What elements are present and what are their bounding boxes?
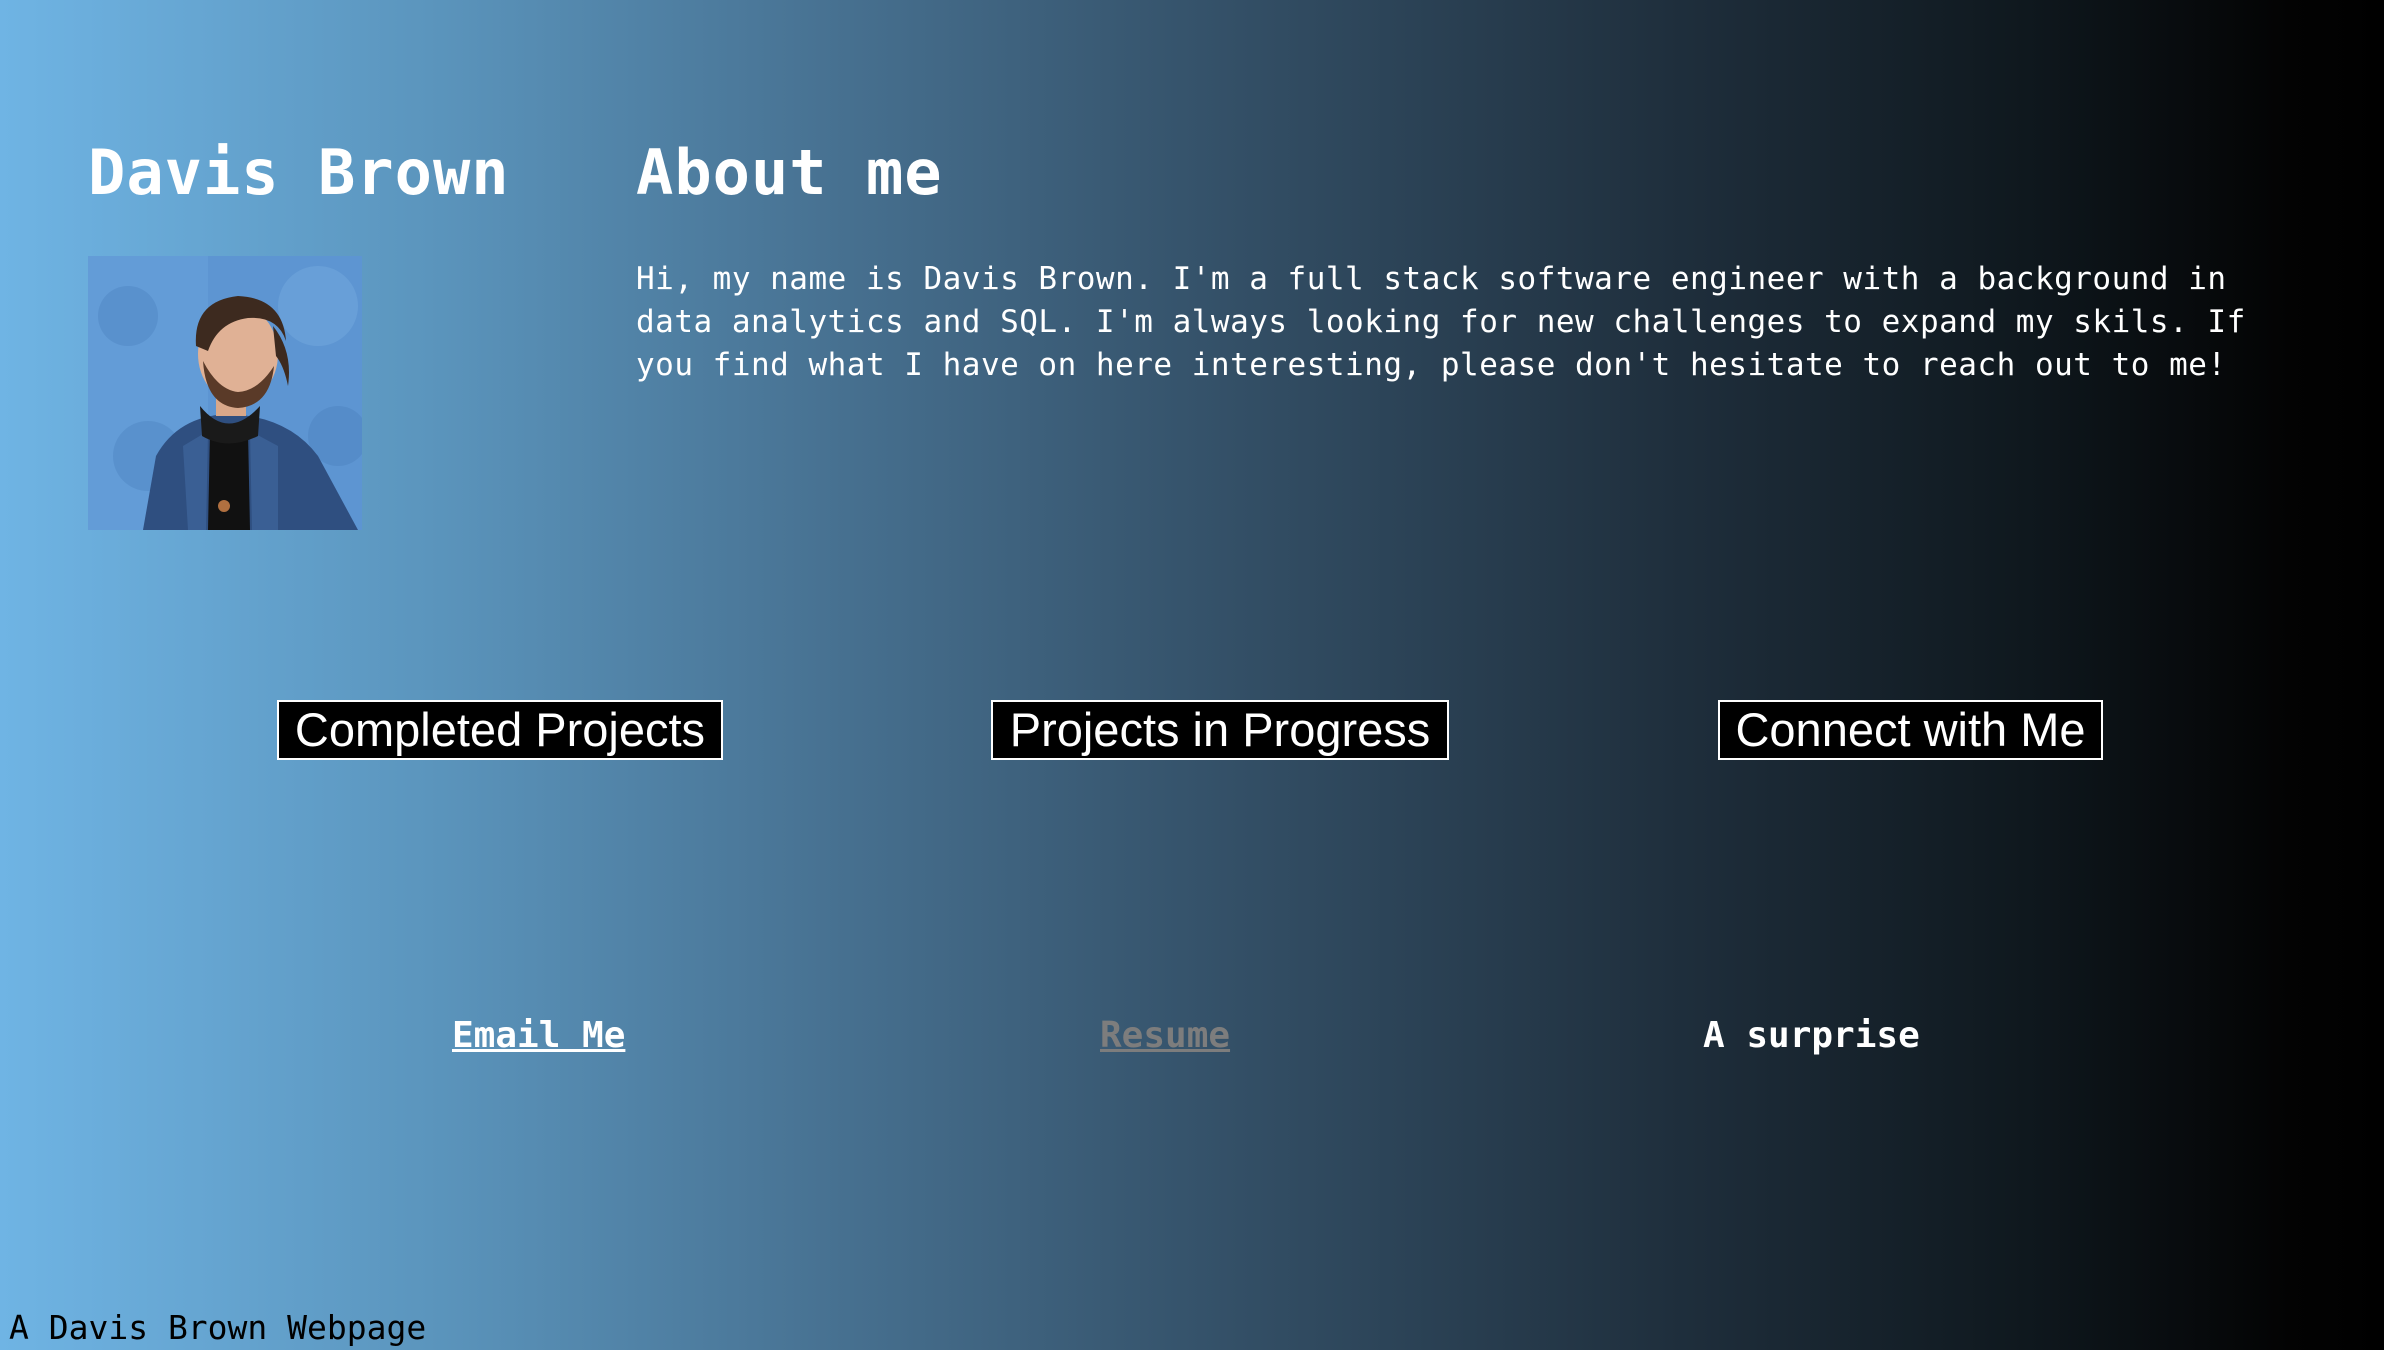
surprise-link[interactable]: A surprise — [1703, 1008, 1920, 1064]
footer-text: A Davis Brown Webpage — [9, 1308, 427, 1347]
profile-photo — [88, 256, 362, 530]
about-paragraph: Hi, my name is Davis Brown. I'm a full s… — [636, 261, 2246, 383]
page-title: Davis Brown — [88, 136, 510, 209]
resume-link[interactable]: Resume — [1100, 1008, 1230, 1064]
email-me-link[interactable]: Email Me — [452, 1008, 625, 1064]
about-heading: About me — [636, 136, 943, 209]
connect-with-me-button[interactable]: Connect with Me — [1718, 700, 2103, 760]
completed-projects-button[interactable]: Completed Projects — [277, 700, 723, 760]
projects-in-progress-button[interactable]: Projects in Progress — [991, 700, 1449, 760]
profile-photo-image — [88, 256, 362, 530]
